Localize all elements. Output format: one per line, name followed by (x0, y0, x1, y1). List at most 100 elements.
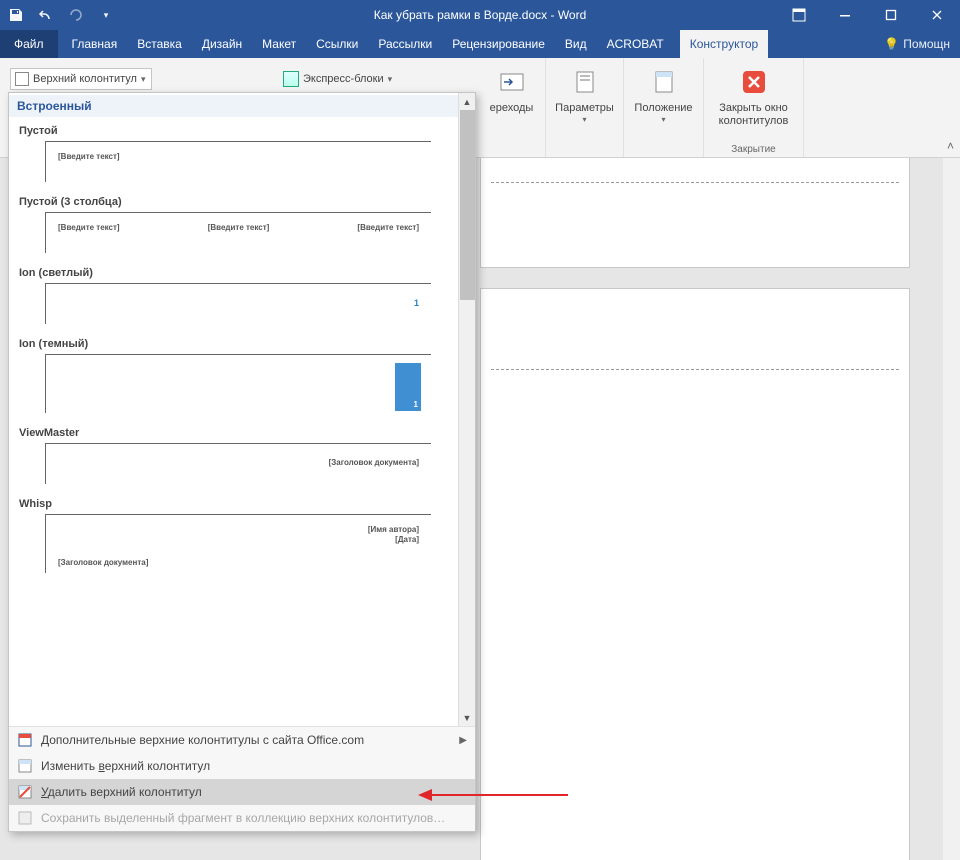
gallery-item-empty3[interactable]: [Введите текст] [Введите текст] [Введите… (45, 212, 431, 253)
tab-review[interactable]: Рецензирование (442, 30, 555, 58)
maximize-button[interactable] (868, 0, 914, 30)
office-icon (17, 732, 33, 748)
author-date-placeholder: [Имя автора] [Дата] (368, 525, 419, 544)
parameters-icon (569, 66, 601, 98)
placeholder-text: [Введите текст] (58, 152, 120, 161)
tab-acrobat[interactable]: ACROBAT (597, 30, 674, 58)
tab-constructor[interactable]: Конструктор (680, 30, 768, 58)
tell-me-search[interactable]: 💡 Помощн (874, 30, 960, 58)
undo-icon[interactable] (36, 5, 56, 25)
tab-home[interactable]: Главная (62, 30, 128, 58)
header-gallery-popup: Встроенный Пустой [Введите текст] Пустой… (8, 92, 476, 832)
position-button[interactable]: Положение ▾ (629, 62, 699, 125)
vertical-scrollbar[interactable] (943, 158, 960, 860)
edit-header[interactable]: Изменить верхний колонтитул (9, 753, 475, 779)
express-blocks-button[interactable]: Экспресс-блоки ▾ (278, 68, 397, 90)
header-footer-controls: Верхний колонтитул ▾ (10, 68, 152, 90)
group-transitions: ереходы (478, 58, 546, 157)
document-page[interactable] (480, 288, 910, 860)
minimize-button[interactable] (822, 0, 868, 30)
parameters-label: Параметры (555, 102, 614, 115)
parameters-button[interactable]: Параметры ▾ (550, 62, 620, 125)
close-group-label: Закрытие (704, 144, 803, 155)
tell-me-label: Помощн (903, 37, 950, 51)
transitions-icon (496, 66, 528, 98)
placeholder-text: [Введите текст] (58, 223, 120, 232)
gallery-item-ion-light[interactable]: 1 (45, 283, 431, 324)
gallery-item-whisp[interactable]: [Имя автора] [Дата] [Заголовок документа… (45, 514, 431, 573)
edit-header-icon (17, 758, 33, 774)
save-icon[interactable] (6, 5, 26, 25)
gallery-item-ion-dark[interactable]: 1 (45, 354, 431, 413)
header-dropdown-label: Верхний колонтитул (33, 73, 137, 85)
chevron-right-icon: ▶ (459, 735, 467, 746)
tab-insert[interactable]: Вставка (127, 30, 192, 58)
tab-mailings[interactable]: Рассылки (368, 30, 442, 58)
remove-header-label: Удалить верхний колонтитул (41, 785, 202, 799)
gallery-footer: Дополнительные верхние колонтитулы с сай… (9, 726, 475, 831)
gallery-scroll-area: Встроенный Пустой [Введите текст] Пустой… (9, 93, 475, 726)
position-label: Положение (634, 102, 692, 115)
gallery-category: Встроенный (9, 95, 475, 117)
header-boundary-line (491, 369, 899, 370)
remove-header-icon (17, 784, 33, 800)
gallery-item-label: Whisp (9, 490, 475, 514)
tab-references[interactable]: Ссылки (306, 30, 368, 58)
express-blocks-icon (283, 71, 299, 87)
gallery-item-label: Ion (темный) (9, 330, 475, 354)
tab-layout[interactable]: Макет (252, 30, 306, 58)
gallery-item-label: ViewMaster (9, 419, 475, 443)
ribbon-tabs: Файл Главная Вставка Дизайн Макет Ссылки… (0, 30, 960, 58)
quick-access-toolbar: ▾ (0, 5, 116, 25)
doc-title-placeholder: [Заголовок документа] (329, 458, 419, 467)
tab-file[interactable]: Файл (0, 30, 58, 58)
remove-header[interactable]: Удалить верхний колонтитул (9, 779, 475, 805)
gallery-item-label: Ion (светлый) (9, 259, 475, 283)
transitions-button[interactable]: ереходы (477, 62, 547, 115)
gallery-item-label: Пустой (3 столбца) (9, 188, 475, 212)
tab-view[interactable]: Вид (555, 30, 597, 58)
close-button[interactable] (914, 0, 960, 30)
scroll-up-icon[interactable]: ▲ (459, 93, 475, 110)
collapse-ribbon-icon[interactable]: ˄ (947, 139, 954, 153)
gallery-item-viewmaster[interactable]: [Заголовок документа] (45, 443, 431, 484)
group-close: Закрыть окно колонтитулов Закрытие (704, 58, 804, 157)
chevron-down-icon: ▾ (141, 74, 146, 85)
close-header-footer-button[interactable]: Закрыть окно колонтитулов (706, 62, 802, 128)
more-from-office-com[interactable]: Дополнительные верхние колонтитулы с сай… (9, 727, 475, 753)
gallery-item-label: Пустой (9, 117, 475, 141)
close-hf-label: Закрыть окно колонтитулов (706, 102, 802, 128)
qat-customize-icon[interactable]: ▾ (96, 5, 116, 25)
placeholder-text: [Введите текст] (357, 223, 419, 232)
position-icon (648, 66, 680, 98)
ribbon-display-options-icon[interactable] (776, 0, 822, 30)
group-parameters: Параметры ▾ (546, 58, 624, 157)
more-label: Дополнительные верхние колонтитулы с сай… (41, 733, 364, 747)
title-bar: ▾ Как убрать рамки в Ворде.docx - Word (0, 0, 960, 30)
window-buttons (776, 0, 960, 30)
header-dropdown-button[interactable]: Верхний колонтитул ▾ (10, 68, 152, 90)
page-number: 1 (414, 298, 419, 308)
gallery-scrollbar[interactable]: ▲ ▼ (458, 93, 475, 726)
header-boundary-line (491, 182, 899, 183)
tab-design[interactable]: Дизайн (192, 30, 252, 58)
document-page[interactable] (480, 158, 910, 268)
page-number-block: 1 (395, 363, 421, 411)
header-page-icon (15, 72, 29, 86)
redo-icon[interactable] (66, 5, 86, 25)
placeholder-text: [Введите текст] (208, 223, 270, 232)
close-x-icon (738, 66, 770, 98)
express-blocks-label: Экспресс-блоки (303, 73, 384, 85)
lightbulb-icon: 💡 (884, 37, 899, 51)
edit-header-label: Изменить верхний колонтитул (41, 759, 210, 773)
save-to-gallery-icon (17, 810, 33, 826)
save-selection-to-gallery: Сохранить выделенный фрагмент в коллекци… (9, 805, 475, 831)
scrollbar-thumb[interactable] (460, 110, 475, 300)
chevron-down-icon: ▾ (388, 74, 393, 85)
doc-title-placeholder: [Заголовок документа] (58, 558, 148, 567)
transitions-label: ереходы (490, 102, 534, 115)
save-selection-label: Сохранить выделенный фрагмент в коллекци… (41, 811, 445, 825)
gallery-item-empty[interactable]: [Введите текст] (45, 141, 431, 182)
group-position: Положение ▾ (624, 58, 704, 157)
scroll-down-icon[interactable]: ▼ (459, 709, 475, 726)
